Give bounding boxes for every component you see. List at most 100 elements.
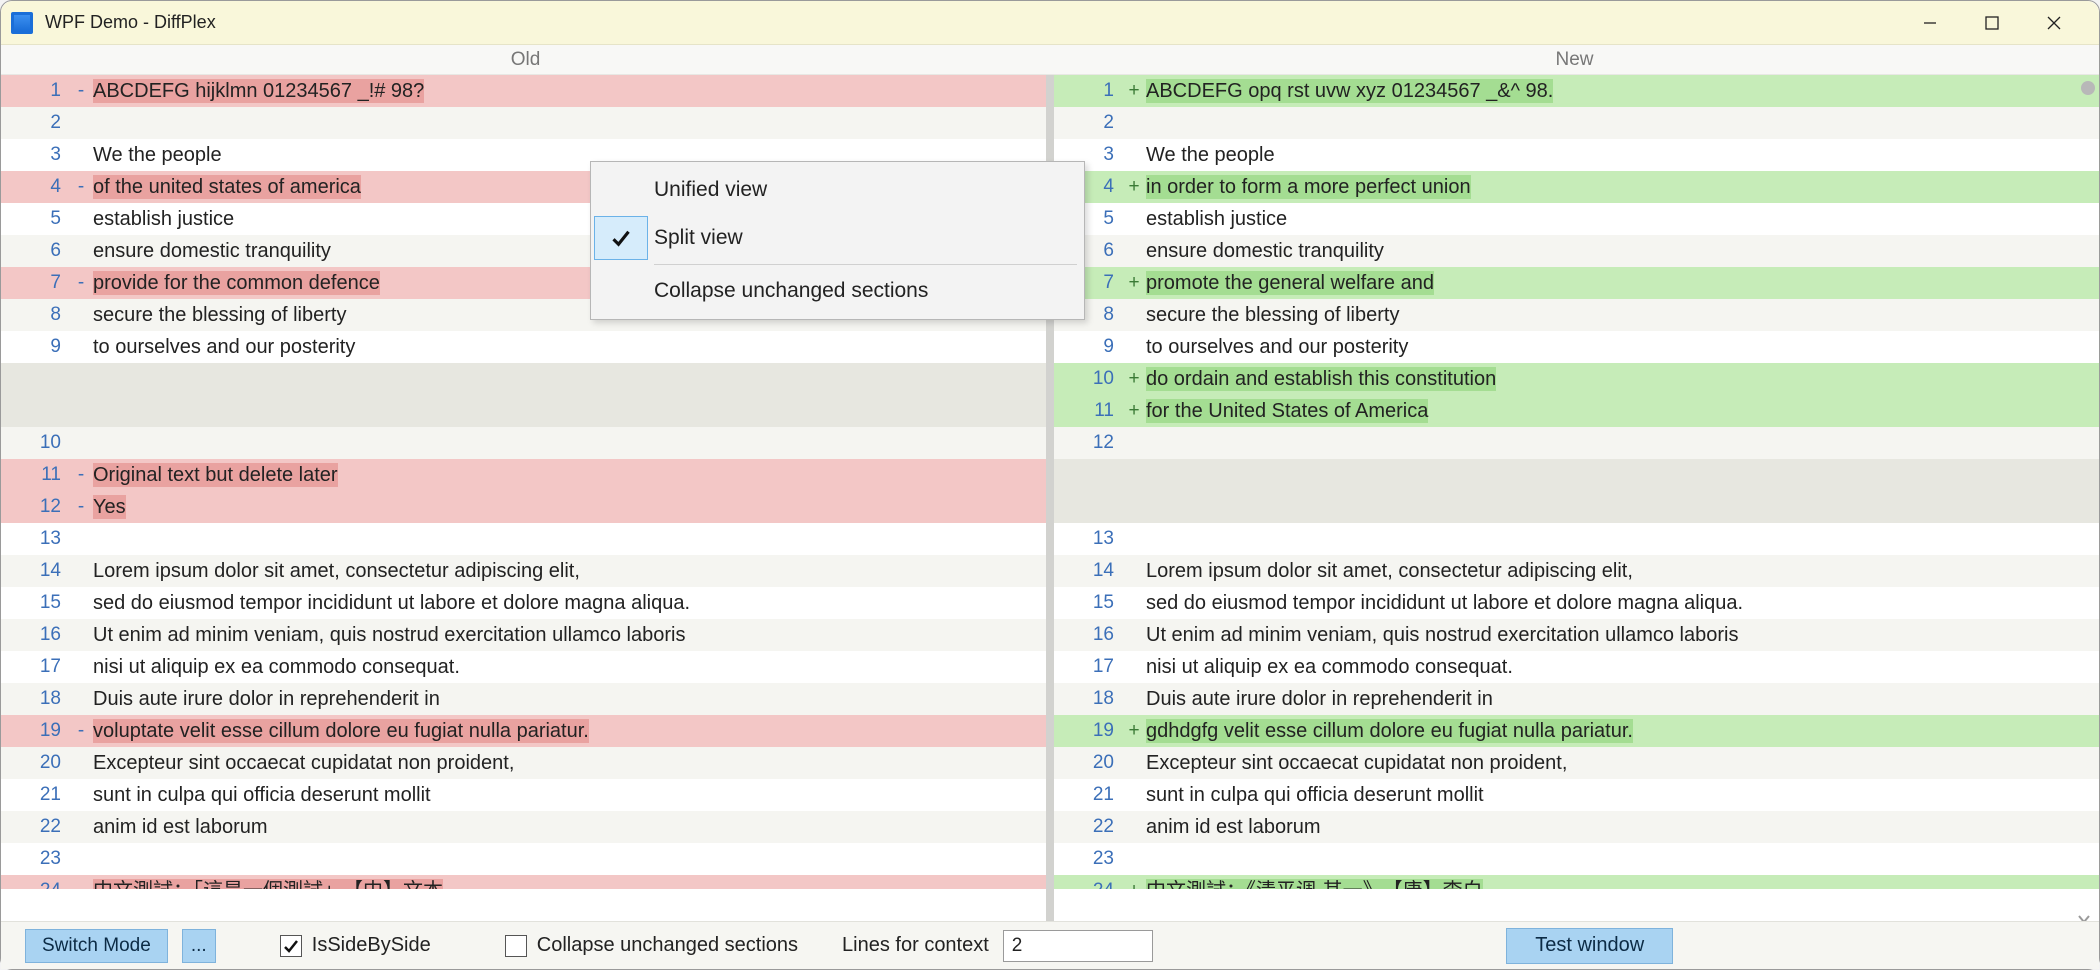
- diff-row[interactable]: 17nisi ut aliquip ex ea commodo consequa…: [1054, 651, 2099, 683]
- diff-row[interactable]: [1, 363, 1046, 395]
- line-number: 2: [1, 107, 69, 139]
- diff-row[interactable]: 19-voluptate velit esse cillum dolore eu…: [1, 715, 1046, 747]
- diff-row[interactable]: 9to ourselves and our posterity: [1054, 331, 2099, 363]
- diff-op: +: [1122, 267, 1146, 299]
- line-number: 24: [1, 875, 69, 889]
- diff-row[interactable]: 5establish justice: [1054, 203, 2099, 235]
- diff-row[interactable]: 10: [1, 427, 1046, 459]
- line-text: promote the general welfare and: [1146, 267, 2099, 299]
- line-number: 22: [1054, 811, 1122, 843]
- new-pane[interactable]: 1+ABCDEFG opq rst uvw xyz 01234567 _&^ 9…: [1054, 75, 2099, 921]
- diff-op: +: [1122, 75, 1146, 107]
- minimize-button[interactable]: [1899, 3, 1961, 43]
- line-text: Lorem ipsum dolor sit amet, consectetur …: [93, 555, 1046, 587]
- diff-row[interactable]: [1054, 459, 2099, 491]
- diff-row[interactable]: 24-中文測試：「這是一個測試」。【中】文本: [1, 875, 1046, 889]
- diff-row[interactable]: 7+promote the general welfare and: [1054, 267, 2099, 299]
- diff-row[interactable]: 23: [1054, 843, 2099, 875]
- line-text: nisi ut aliquip ex ea commodo consequat.: [93, 651, 1046, 683]
- diff-row[interactable]: 12: [1054, 427, 2099, 459]
- scrollbar-thumb[interactable]: [2081, 81, 2095, 95]
- app-icon: [11, 12, 33, 34]
- scroll-down-icon[interactable]: [2077, 907, 2091, 917]
- line-number: 19: [1, 715, 69, 747]
- diff-op: +: [1122, 171, 1146, 203]
- column-headers: Old New: [1, 45, 2099, 75]
- diff-row[interactable]: 22anim id est laborum: [1054, 811, 2099, 843]
- diff-row[interactable]: 21sunt in culpa qui officia deserunt mol…: [1054, 779, 2099, 811]
- line-text: 中文測試：「這是一個測試」。【中】文本: [93, 875, 1046, 889]
- diff-row[interactable]: 11+for the United States of America: [1054, 395, 2099, 427]
- diff-row[interactable]: 21sunt in culpa qui officia deserunt mol…: [1, 779, 1046, 811]
- diff-row[interactable]: 1+ABCDEFG opq rst uvw xyz 01234567 _&^ 9…: [1054, 75, 2099, 107]
- diff-row[interactable]: 18Duis aute irure dolor in reprehenderit…: [1054, 683, 2099, 715]
- line-number: 18: [1, 683, 69, 715]
- diff-row[interactable]: 3We the people: [1054, 139, 2099, 171]
- diff-row[interactable]: 12-Yes: [1, 491, 1046, 523]
- line-text: Duis aute irure dolor in reprehenderit i…: [93, 683, 1046, 715]
- diff-row[interactable]: 20Excepteur sint occaecat cupidatat non …: [1054, 747, 2099, 779]
- line-number: 9: [1, 331, 69, 363]
- line-text: ABCDEFG opq rst uvw xyz 01234567 _&^ 98.: [1146, 75, 2099, 107]
- diff-row[interactable]: 20Excepteur sint occaecat cupidatat non …: [1, 747, 1046, 779]
- lines-for-context-input[interactable]: 2: [1003, 930, 1153, 962]
- diff-row[interactable]: 16Ut enim ad minim veniam, quis nostrud …: [1, 619, 1046, 651]
- test-window-button[interactable]: Test window: [1506, 928, 1673, 964]
- diff-row[interactable]: 15sed do eiusmod tempor incididunt ut la…: [1054, 587, 2099, 619]
- diff-row[interactable]: 11-Original text but delete later: [1, 459, 1046, 491]
- line-text: Original text but delete later: [93, 459, 1046, 491]
- diff-row[interactable]: 8secure the blessing of liberty: [1054, 299, 2099, 331]
- diff-row[interactable]: 15sed do eiusmod tempor incididunt ut la…: [1, 587, 1046, 619]
- line-text: Lorem ipsum dolor sit amet, consectetur …: [1146, 555, 2099, 587]
- diff-row[interactable]: 2: [1, 107, 1046, 139]
- diff-row[interactable]: 2: [1054, 107, 2099, 139]
- close-button[interactable]: [2023, 3, 2085, 43]
- line-number: 1: [1, 75, 69, 107]
- diff-row[interactable]: 24+中文測試：《清平调·其一》。【唐】李白: [1054, 875, 2099, 889]
- diff-row[interactable]: 16Ut enim ad minim veniam, quis nostrud …: [1054, 619, 2099, 651]
- collapse-unchanged-label: Collapse unchanged sections: [537, 934, 798, 957]
- diff-row[interactable]: 1-ABCDEFG hijklmn 01234567 _!# 98?: [1, 75, 1046, 107]
- menu-item-collapse[interactable]: Collapse unchanged sections: [594, 267, 1081, 315]
- line-text: 中文測試：《清平调·其一》。【唐】李白: [1146, 875, 2099, 889]
- maximize-button[interactable]: [1961, 3, 2023, 43]
- diff-row[interactable]: 13: [1054, 523, 2099, 555]
- line-number: 1: [1054, 75, 1122, 107]
- line-number: 5: [1, 203, 69, 235]
- diff-row[interactable]: 14 Lorem ipsum dolor sit amet, consectetu…: [1, 555, 1046, 587]
- switch-mode-button[interactable]: Switch Mode: [25, 929, 168, 963]
- diff-row[interactable]: 23: [1, 843, 1046, 875]
- diff-row[interactable]: 22anim id est laborum: [1, 811, 1046, 843]
- diff-row[interactable]: 14Lorem ipsum dolor sit amet, consectetu…: [1054, 555, 2099, 587]
- diff-op: +: [1122, 875, 1146, 889]
- line-number: 17: [1054, 651, 1122, 683]
- diff-row[interactable]: 9to ourselves and our posterity: [1, 331, 1046, 363]
- is-side-by-side-checkbox[interactable]: IsSideBySide: [280, 934, 431, 957]
- menu-check-collapse: [594, 269, 648, 313]
- diff-row[interactable]: 13: [1, 523, 1046, 555]
- line-text: secure the blessing of liberty: [1146, 299, 2099, 331]
- diff-row[interactable]: [1, 395, 1046, 427]
- diff-row[interactable]: 19+gdhdgfg velit esse cillum dolore eu f…: [1054, 715, 2099, 747]
- old-header: Old: [1, 45, 1050, 74]
- diff-row[interactable]: 17nisi ut aliquip ex ea commodo consequa…: [1, 651, 1046, 683]
- bottom-toolbar: Switch Mode ... IsSideBySide Collapse un…: [1, 921, 2099, 969]
- diff-row[interactable]: 10+do ordain and establish this constitu…: [1054, 363, 2099, 395]
- line-number: 14: [1, 555, 69, 587]
- collapse-unchanged-checkbox[interactable]: Collapse unchanged sections: [505, 934, 798, 957]
- line-text: Duis aute irure dolor in reprehenderit i…: [1146, 683, 2099, 715]
- menu-item-split[interactable]: Split view: [594, 214, 1081, 262]
- diff-op: -: [69, 715, 93, 747]
- diff-row[interactable]: 6ensure domestic tranquility: [1054, 235, 2099, 267]
- diff-row[interactable]: 18 Duis aute irure dolor in reprehenderit…: [1, 683, 1046, 715]
- window-title: WPF Demo - DiffPlex: [45, 12, 216, 33]
- line-text: sunt in culpa qui officia deserunt molli…: [1146, 779, 2099, 811]
- line-number: 22: [1, 811, 69, 843]
- diff-op: -: [69, 491, 93, 523]
- checkbox-box: [505, 935, 527, 957]
- more-button[interactable]: ...: [182, 929, 216, 963]
- context-menu: Unified view Split view Collapse unchang…: [590, 161, 1085, 320]
- diff-row[interactable]: 4+in order to form a more perfect union: [1054, 171, 2099, 203]
- diff-row[interactable]: [1054, 491, 2099, 523]
- menu-item-unified[interactable]: Unified view: [594, 166, 1081, 214]
